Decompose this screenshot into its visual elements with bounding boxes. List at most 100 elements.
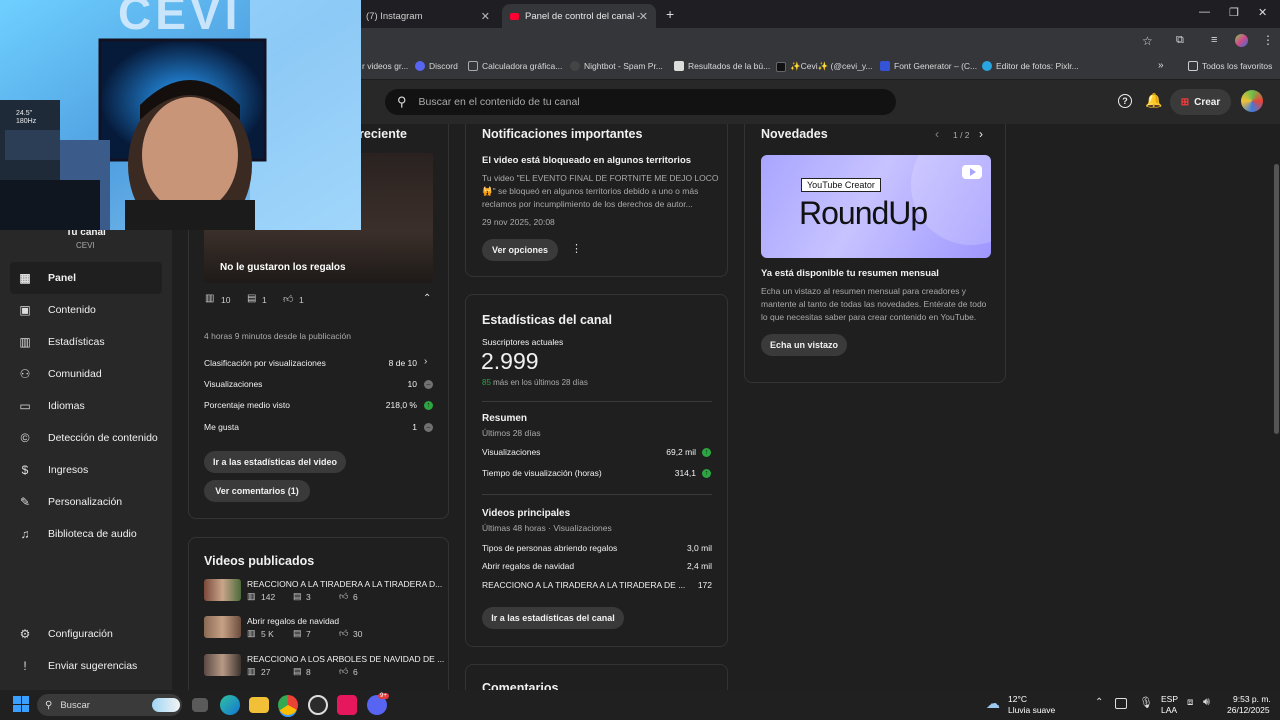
published-videos-card: Videos publicados REACCIONO A LA TIRADER… [188,537,449,690]
weather-icon[interactable]: ☁ [986,695,1000,712]
bookmark-item[interactable]: r videos gr... [362,61,408,71]
summary-value: 69,2 mil [666,447,696,457]
browser-menu-icon[interactable]: ⋮ [1262,33,1274,47]
sidebar-item-community[interactable]: ⚇ Comunidad [10,358,162,390]
content-icon: ▣ [19,303,31,317]
tiktok-live-icon[interactable] [337,695,357,715]
banner-title: RoundUp [799,195,928,231]
summary-label: Tiempo de visualización (horas) [482,468,602,478]
news-body-line: lo que necesitas saber para crear conten… [761,312,977,322]
take-a-look-button[interactable]: Echa un vistazo [761,334,847,356]
sidebar-item-languages[interactable]: ▭ Idiomas [10,390,162,422]
sidebar-item-panel[interactable]: ▦ Panel [10,262,162,294]
stat-label: Visualizaciones [204,379,263,389]
chevron-left-icon[interactable]: ‹ [935,127,939,141]
windows-start-icon[interactable] [13,696,29,712]
tray-app-icon[interactable] [1115,698,1127,709]
help-icon[interactable]: ? [1118,94,1132,108]
all-favorites[interactable]: Todos los favoritos [1188,61,1272,71]
microphone-icon[interactable]: 🎙︎ [1139,696,1153,709]
bookmark-item[interactable]: Resultados de la bú... [674,61,770,71]
top-video-title[interactable]: Tipos de personas abriendo regalos [482,543,617,553]
news-card: Novedades ‹ 1 / 2 › YouTube Creator Roun… [744,124,1006,383]
top-video-views: 3,0 mil [686,543,712,553]
top-video-title[interactable]: Abrir regalos de navidad [482,561,574,571]
video-stats-button[interactable]: Ir a las estadísticas del video [204,451,346,473]
bookmark-item[interactable]: Nightbot - Spam Pr... [570,61,663,71]
language-top[interactable]: ESP [1161,694,1178,704]
chevron-up-icon[interactable]: ⌃ [423,293,431,304]
more-options-icon[interactable]: ⋮ [571,242,582,255]
view-comments-button[interactable]: Ver comentarios (1) [204,480,310,502]
clock-date[interactable]: 26/12/2025 [1227,705,1270,715]
tab-instagram[interactable]: (7) Instagram ✕ [358,4,498,28]
search-input[interactable]: ⚲ Buscar en el contenido de tu canal [385,89,896,115]
bookmark-item[interactable]: Calculadora gráfica... [468,61,562,71]
chrome-icon[interactable] [278,695,298,715]
notifications-bell-icon[interactable]: 🔔 [1145,92,1162,109]
profile-avatar-icon[interactable] [1235,34,1248,47]
taskbar-search[interactable]: ⚲ Buscar [37,694,182,716]
font-generator-icon [880,61,890,71]
network-icon[interactable]: ⧈ [1187,697,1193,708]
video-thumbnail[interactable] [204,579,241,601]
news-heading: Novedades [761,127,828,141]
video-title[interactable]: REACCIONO A LA TIRADERA A LA TIRADERA D.… [247,579,442,589]
video-title[interactable]: REACCIONO A LOS ARBOLES DE NAVIDAD DE ..… [247,654,444,664]
nightbot-icon [570,61,580,71]
close-icon[interactable]: ✕ [481,10,490,23]
news-body-line: mantente al tanto de todas las novedades… [761,299,987,309]
stat-value: 8 de 10 [388,358,417,368]
tab-yt-studio[interactable]: Panel de control del canal - You ✕ [502,4,656,28]
extensions-icon[interactable]: ⧉ [1176,34,1184,47]
obs-icon[interactable] [308,695,328,715]
bookmark-item[interactable]: Editor de fotos: Pixlr... [982,61,1079,71]
community-icon: ⚇ [19,367,31,381]
sidebar-item-earn[interactable]: $ Ingresos [10,454,162,486]
sidebar-item-analytics[interactable]: ▥ Estadísticas [10,326,162,358]
roundup-banner[interactable]: YouTube Creator RoundUp [761,155,991,258]
sidebar-item-feedback[interactable]: ! Enviar sugerencias [10,650,162,682]
top-video-title[interactable]: REACCIONO A LA TIRADERA A LA TIRADERA DE… [482,580,685,590]
media-control-icon[interactable]: ≡ [1211,34,1217,46]
restore-icon[interactable]: ❐ [1229,6,1239,19]
view-options-button[interactable]: Ver opciones [482,239,558,261]
language-bottom[interactable]: LAA [1161,705,1177,715]
bookmark-item[interactable]: ✨Cevi✨ (@cevi_y... [776,61,873,72]
stat-label: Me gusta [204,422,239,432]
video-thumbnail[interactable] [204,654,241,676]
minimize-icon[interactable]: — [1199,6,1210,18]
chevron-right-icon[interactable]: » [1158,60,1164,71]
stat-label: Clasificación por visualizaciones [204,358,326,368]
notification-title: El video está bloqueado en algunos terri… [482,155,692,166]
new-tab-icon[interactable]: + [666,6,674,22]
sidebar-item-settings[interactable]: ⚙ Configuración [10,618,162,650]
calculator-icon [468,61,478,71]
sidebar-item-customization[interactable]: ✎ Personalización [10,486,162,518]
video-title[interactable]: Abrir regalos de navidad [247,616,339,626]
file-explorer-icon[interactable] [249,697,269,713]
chevron-right-icon[interactable]: › [424,356,427,367]
task-view-icon[interactable] [192,698,208,712]
close-icon[interactable]: ✕ [639,10,648,23]
close-window-icon[interactable]: ✕ [1258,6,1267,19]
bookmark-star-icon[interactable]: ☆ [1142,34,1153,48]
chevron-right-icon[interactable]: › [979,127,983,141]
sidebar-item-content-detection[interactable]: © Detección de contenido [10,422,162,454]
clock-time[interactable]: 9:53 p. m. [1233,694,1271,704]
chevron-up-icon[interactable]: ⌃ [1095,697,1103,708]
bookmark-item[interactable]: Discord [415,61,458,71]
edge-icon[interactable] [220,695,240,715]
copyright-icon: © [20,431,30,445]
weather-temp: 12°C [1008,694,1027,704]
create-button[interactable]: ⊞ Crear [1170,89,1231,115]
notification-body-line: 🙀" se bloqueó en algunos territorios deb… [482,186,699,196]
channel-stats-button[interactable]: Ir a las estadísticas del canal [482,607,624,629]
account-avatar[interactable] [1241,90,1263,112]
sidebar-item-audio-library[interactable]: ♫ Biblioteca de audio [10,518,162,550]
bookmark-item[interactable]: Font Generator – (C... [880,61,977,71]
video-thumbnail[interactable] [204,616,241,638]
volume-icon[interactable]: 🔊︎ [1203,696,1210,709]
scrollbar-thumb[interactable] [1274,164,1279,434]
sidebar-item-content[interactable]: ▣ Contenido [10,294,162,326]
